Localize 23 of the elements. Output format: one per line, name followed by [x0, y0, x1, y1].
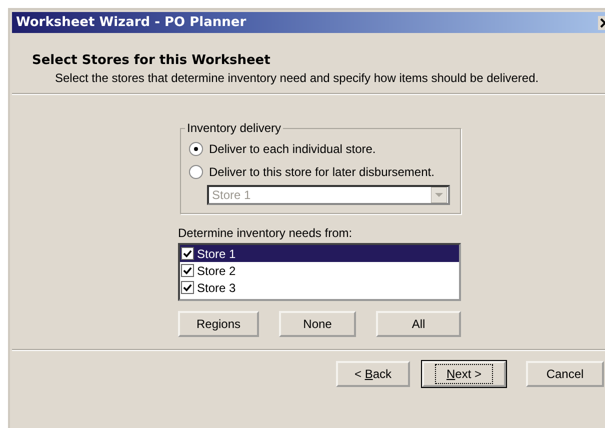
window-title: Worksheet Wizard - PO Planner — [16, 15, 246, 30]
radio-button[interactable] — [189, 142, 203, 156]
wizard-button[interactable]: Cancel — [526, 361, 604, 387]
store-item[interactable]: Store 1 — [197, 246, 236, 260]
store-item[interactable]: Store 3 — [197, 280, 236, 294]
checkbox[interactable] — [181, 247, 194, 260]
list-button[interactable]: Regions — [178, 311, 259, 337]
store-item[interactable]: Store 2 — [197, 264, 236, 278]
list-button[interactable]: None — [279, 311, 356, 337]
radio-option[interactable]: Deliver to this store for later disbursement. — [189, 160, 450, 183]
wizard-button[interactable]: < Back — [336, 361, 410, 387]
page-heading: Select Stores for this Worksheet — [32, 53, 272, 68]
group-label: Inventory delivery — [186, 121, 282, 135]
wizard-button[interactable]: Next > — [422, 361, 506, 387]
radio-button[interactable] — [189, 164, 203, 178]
page-description: Select the stores that determine inventory need and specify how items should be delivered. — [55, 71, 540, 85]
radio-option[interactable]: Deliver to each individual store. — [189, 137, 450, 160]
checkbox[interactable] — [181, 264, 194, 277]
list-label: Determine inventory needs from: — [178, 226, 354, 240]
checkbox[interactable] — [181, 281, 194, 294]
radio-label: Deliver to this store for later disbursement. — [209, 164, 434, 178]
radio-label: Deliver to each individual store. — [209, 142, 376, 156]
list-button[interactable]: All — [376, 311, 461, 337]
